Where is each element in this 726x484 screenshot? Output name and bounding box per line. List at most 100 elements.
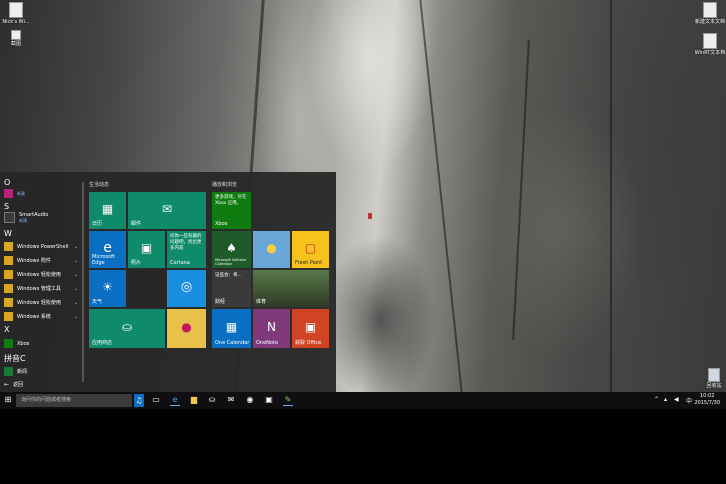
taskbar: ⊞ 询问你的问题或者搜索 ♫ ▭ e ▆ ⛀ ✉ ◉ ▣ ✎ ⌃ ▴ ◀ 中 1… [0, 392, 726, 409]
cards-icon: ♠ [226, 240, 237, 255]
letter-header-x[interactable]: X [4, 325, 9, 334]
tile-edge[interactable]: e Microsoft Edge [89, 231, 126, 268]
letter-header-pinyin[interactable]: 拼音C [4, 353, 26, 364]
desktop-icon-topleft[interactable]: Nick's Wi... [0, 2, 36, 25]
app-list-scrollbar[interactable] [82, 182, 84, 382]
file-icon [9, 2, 23, 18]
folder-icon [4, 312, 13, 321]
letter-header-o[interactable]: O [4, 178, 10, 187]
recycle-bin-icon [708, 368, 720, 382]
folder-icon [4, 242, 13, 251]
tile-empty [128, 270, 165, 307]
windows-start-icon[interactable]: ⊞ [3, 395, 13, 405]
tile-group-label-left[interactable]: 生活动态 [89, 181, 109, 188]
tile-office[interactable]: ▣ 获取 Office [292, 309, 329, 348]
app-folder-ease-of-access-2[interactable]: Windows 轻松使用 ⌄ [4, 297, 80, 308]
tile-onenote[interactable]: N OneNote [253, 309, 290, 348]
chevron-up-icon[interactable]: ⌃ [654, 396, 659, 403]
chevron-down-icon: ⌄ [73, 271, 78, 278]
rock-crack [512, 40, 530, 340]
microphone-icon[interactable]: ♫ [134, 394, 144, 407]
chevron-down-icon: ⌄ [73, 243, 78, 250]
app-item[interactable]: 新建 [4, 188, 80, 199]
app-folder-accessories[interactable]: Windows 附件 ⌄ [4, 255, 80, 266]
desktop-icon-right-2[interactable]: WinRT文本档 [690, 33, 726, 56]
tile-xbox[interactable]: 更多游戏，尽在 Xbox 应用。 Xbox [212, 192, 251, 229]
app-folder-admin-tools[interactable]: Windows 管理工具 ⌄ [4, 283, 80, 294]
folder-icon [4, 256, 13, 265]
app-item-smartaudio[interactable]: SmartAudio 新建 [4, 212, 80, 223]
letter-header-w[interactable]: W [4, 229, 12, 238]
tile-finance[interactable]: 证监会：将… 财经 [212, 270, 251, 307]
app-folder-ease-of-access[interactable]: Windows 轻松使用 ⌄ [4, 269, 80, 280]
tile-qq[interactable]: ◎ [167, 270, 206, 307]
mail-taskbar-icon[interactable]: ✉ [226, 395, 236, 405]
chevron-down-icon: ⌄ [73, 313, 78, 320]
climber-figure [368, 213, 372, 219]
desktop-icon-right-1[interactable]: 新建文本文档 [690, 2, 726, 25]
chevron-down-icon: ⌄ [73, 257, 78, 264]
office-icon: ▣ [304, 319, 317, 334]
file-explorer-icon[interactable]: ▆ [189, 395, 199, 405]
tile-mail[interactable]: ✉ 邮件 [128, 192, 206, 229]
calendar-grid-icon: ▦ [225, 319, 238, 334]
recycle-bin[interactable]: 回收站 [694, 368, 726, 389]
tile-chick-game[interactable]: ● [253, 231, 290, 268]
tile-sports[interactable]: 体育 [253, 270, 329, 307]
file-icon [11, 30, 21, 40]
network-icon[interactable]: ▴ [664, 396, 667, 403]
task-view-icon[interactable]: ▭ [151, 395, 161, 405]
tile-store[interactable]: ⛀ 应用商店 [89, 309, 165, 348]
mail-icon: ✉ [161, 201, 173, 216]
photos-taskbar-icon[interactable]: ▣ [264, 395, 274, 405]
news-icon [4, 367, 13, 376]
store-taskbar-icon[interactable]: ⛀ [207, 395, 217, 405]
search-box[interactable]: 询问你的问题或者搜索 [16, 394, 132, 407]
folder-icon [4, 298, 13, 307]
qq-penguin-icon: ◎ [180, 279, 193, 295]
tile-photos[interactable]: ▣ 照片 [128, 231, 165, 268]
input-method-indicator[interactable]: 中 [686, 396, 692, 405]
app-folder-powershell[interactable]: Windows PowerShell ⌄ [4, 241, 80, 252]
file-icon [703, 33, 717, 49]
onenote-icon: N [267, 319, 276, 334]
rock-crack [610, 0, 612, 392]
tile-one-calendar[interactable]: ▦ One Calendar [212, 309, 251, 348]
edge-taskbar-icon[interactable]: e [170, 395, 180, 406]
tile-cortana[interactable]: 问你一些有趣的问题吧，找出更多内容 Cortana [167, 231, 206, 268]
app-icon [4, 189, 13, 198]
frame-icon: ▢ [304, 240, 317, 255]
rock-crack [419, 0, 463, 392]
app-icon [4, 212, 15, 223]
volume-icon[interactable]: ◀ [674, 396, 679, 403]
tile-weather[interactable]: ☀ 天气 [89, 270, 126, 307]
tile-group-label-right[interactable]: 播放和浏览 [212, 181, 237, 188]
app-item-news[interactable]: 新闻 [4, 366, 80, 377]
desktop-icon-left-2[interactable]: 截图 [0, 30, 36, 47]
calendar-icon: ▦ [101, 201, 114, 216]
taskbar-clock[interactable]: 10:02 2015/7/30 [694, 393, 720, 407]
start-menu: O 新建 S SmartAudio 新建 W Windows PowerShell… [0, 172, 336, 392]
back-arrow-icon: ← [4, 381, 10, 388]
store-bag-icon: ⛀ [121, 319, 133, 334]
app-list: O 新建 S SmartAudio 新建 W Windows PowerShell… [0, 172, 84, 392]
app-item-xbox[interactable]: Xbox [4, 338, 80, 349]
tile-calendar[interactable]: ▦ 日历 [89, 192, 126, 229]
chevron-down-icon: ⌄ [73, 285, 78, 292]
folder-icon [4, 284, 13, 293]
sun-icon: ☀ [102, 279, 113, 294]
back-button[interactable]: ← 返回 [4, 379, 80, 390]
chevron-down-icon: ⌄ [73, 299, 78, 306]
letter-header-s[interactable]: S [4, 202, 9, 211]
app-folder-system[interactable]: Windows 系统 ⌄ [4, 311, 80, 322]
game-character-icon: ● [181, 319, 192, 334]
photo-icon: ▣ [140, 240, 153, 255]
xbox-icon [4, 339, 13, 348]
folder-icon [4, 270, 13, 279]
tile-game[interactable]: ● [167, 309, 206, 348]
tile-solitaire[interactable]: ♠ Microsoft Solitaire Collection [212, 231, 251, 268]
chick-icon: ● [266, 240, 277, 255]
tile-freshpaint[interactable]: ▢ Fresh Paint [292, 231, 329, 268]
paint-taskbar-icon[interactable]: ✎ [283, 395, 293, 406]
app-taskbar-icon[interactable]: ◉ [245, 395, 255, 405]
